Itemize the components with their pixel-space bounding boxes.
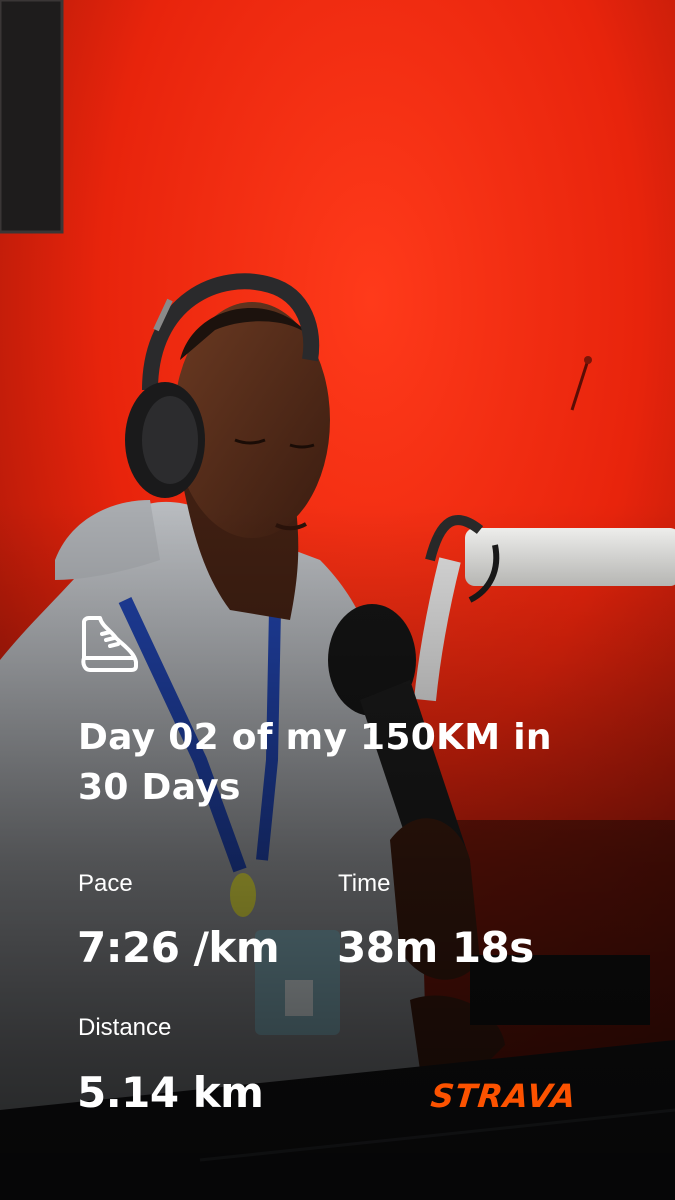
running-shoe-icon	[76, 612, 140, 676]
activity-title: Day 02 of my 150KM in 30 Days	[78, 717, 552, 808]
distance-label: Distance	[78, 1014, 172, 1041]
time-value: 38m 18s	[337, 923, 534, 972]
pace-value: 7:26 /km	[77, 923, 280, 972]
pace-label: Pace	[78, 870, 133, 897]
time-label: Time	[338, 870, 391, 897]
strava-logo: STRAVA	[429, 1077, 579, 1115]
distance-value: 5.14 km	[77, 1068, 264, 1117]
